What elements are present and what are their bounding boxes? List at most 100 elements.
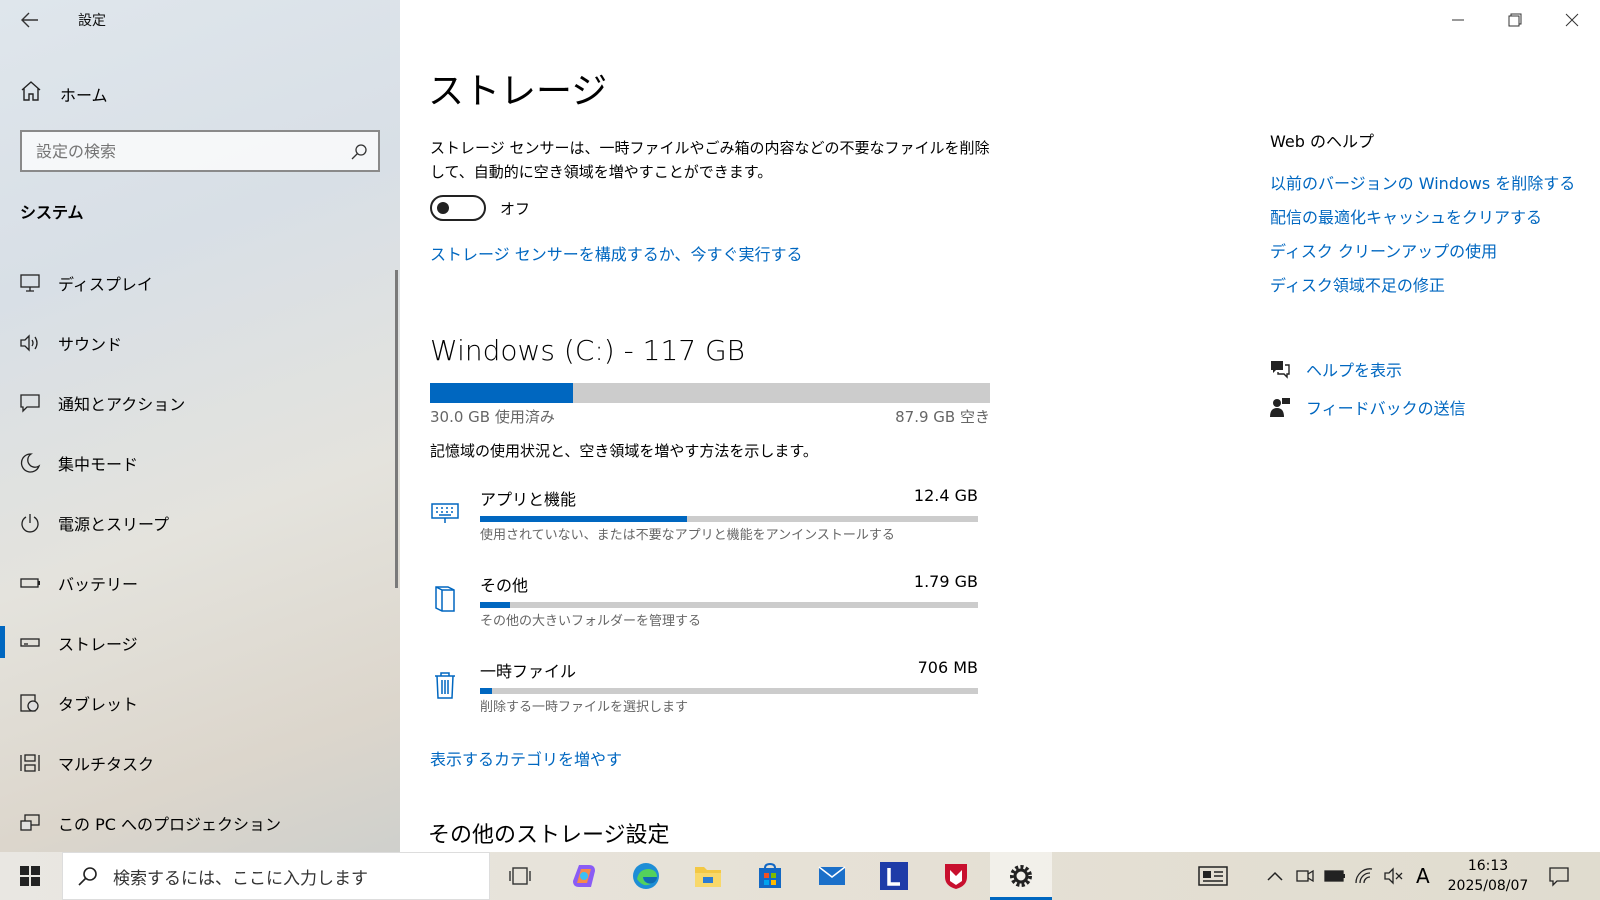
meet-now-tray-button[interactable]: [1296, 852, 1314, 900]
microsoft-store-button[interactable]: [752, 858, 788, 894]
category-usage-fill: [480, 688, 492, 694]
start-button[interactable]: [0, 852, 60, 900]
feedback-link[interactable]: フィードバックの送信: [1268, 388, 1466, 426]
close-button[interactable]: [1543, 0, 1600, 40]
web-help-title: Web のヘルプ: [1270, 132, 1374, 151]
help-link-clear-delivery-cache[interactable]: 配信の最適化キャッシュをクリアする: [1270, 204, 1575, 238]
l-app-button[interactable]: [876, 858, 912, 894]
sidebar-item-label: タブレット: [58, 695, 139, 714]
sidebar-item-focus[interactable]: 集中モード: [0, 432, 400, 492]
copilot-button[interactable]: [566, 858, 602, 894]
battery-tray-button[interactable]: [1324, 852, 1346, 900]
category-usage-fill: [480, 602, 510, 608]
category-other[interactable]: その他 1.79 GB その他の大きいフォルダーを管理する: [430, 572, 990, 644]
sidebar-item-home[interactable]: ホーム: [0, 70, 400, 112]
sidebar-item-sound[interactable]: サウンド: [0, 312, 400, 372]
configure-storage-sense-link[interactable]: ストレージ センサーを構成するか、今すぐ実行する: [430, 241, 802, 265]
sidebar-scrollbar[interactable]: [395, 270, 398, 588]
settings-taskbar-button[interactable]: [1003, 858, 1039, 894]
sidebar-item-display[interactable]: ディスプレイ: [0, 252, 400, 312]
drive-title: Windows (C:) - 117 GB: [430, 334, 745, 367]
copilot-icon: [573, 865, 595, 887]
keyboard-icon: [431, 503, 459, 523]
search-icon: [78, 867, 97, 886]
restore-icon: [1508, 13, 1521, 27]
sidebar-item-notifications[interactable]: 通知とアクション: [0, 372, 400, 432]
sidebar-item-projection[interactable]: この PC へのプロジェクション: [0, 792, 400, 852]
action-center-button[interactable]: [1548, 852, 1570, 900]
category-usage-bar: [480, 602, 978, 608]
storage-sense-toggle[interactable]: [430, 195, 486, 221]
sidebar-item-battery[interactable]: バッテリー: [0, 552, 400, 612]
battery-tray-icon: [1324, 870, 1345, 882]
mcafee-shield-icon: [945, 864, 967, 889]
camera-icon: [1296, 869, 1314, 883]
folder-book-icon: [435, 586, 455, 612]
home-label: ホーム: [60, 86, 108, 105]
sidebar-item-storage[interactable]: ストレージ: [0, 612, 400, 672]
edge-button[interactable]: [628, 858, 664, 894]
folder-icon: [695, 867, 721, 887]
help-chat-icon: [1271, 361, 1290, 379]
power-icon: [21, 514, 39, 533]
clock-date: 2025/08/07: [1447, 878, 1529, 894]
sidebar-item-tablet[interactable]: タブレット: [0, 672, 400, 732]
sidebar-item-label: ストレージ: [58, 635, 138, 654]
other-storage-settings-heading: その他のストレージ設定: [428, 823, 670, 848]
get-help-label: ヘルプを表示: [1306, 361, 1403, 380]
task-view-button[interactable]: [502, 858, 538, 894]
usage-description: 記憶域の使用状況と、空き領域を増やす方法を示します。: [430, 442, 818, 460]
search-icon[interactable]: [350, 143, 368, 161]
restore-button[interactable]: [1486, 0, 1543, 40]
mail-icon: [818, 866, 846, 885]
volume-tray-button[interactable]: [1384, 852, 1404, 900]
taskbar-search-box[interactable]: 検索するには、ここに入力します: [62, 852, 490, 900]
moon-icon: [20, 453, 41, 473]
settings-search-box[interactable]: [20, 130, 380, 172]
multitask-icon: [20, 754, 40, 772]
storage-icon: [20, 638, 40, 647]
more-categories-link[interactable]: 表示するカテゴリを増やす: [430, 746, 622, 770]
minimize-button[interactable]: [1429, 0, 1486, 40]
l-app-icon: [880, 862, 908, 890]
taskbar: 検索するには、ここに入力します A 16:13 2025/08/07: [0, 852, 1600, 900]
category-size: 706 MB: [917, 658, 978, 677]
category-temp-files[interactable]: 一時ファイル 706 MB 削除する一時ファイルを選択します: [430, 658, 990, 730]
page-title: ストレージ: [428, 71, 608, 112]
back-button[interactable]: [0, 0, 60, 40]
news-widget-button[interactable]: [1198, 852, 1228, 900]
help-link-low-disk-space[interactable]: ディスク領域不足の修正: [1270, 272, 1575, 306]
sidebar-item-multitask[interactable]: マルチタスク: [0, 732, 400, 792]
file-explorer-button[interactable]: [690, 858, 726, 894]
ime-indicator[interactable]: A: [1416, 852, 1430, 900]
feedback-person-icon: [1270, 398, 1290, 417]
free-space-label: 87.9 GB 空き: [895, 408, 990, 426]
sidebar-item-power[interactable]: 電源とスリープ: [0, 492, 400, 552]
taskbar-search-placeholder: 検索するには、ここに入力します: [113, 868, 368, 889]
category-apps[interactable]: アプリと機能 12.4 GB 使用されていない、または不要なアプリと機能をアンイ…: [430, 486, 990, 558]
help-link-disk-cleanup[interactable]: ディスク クリーンアップの使用: [1270, 238, 1575, 272]
home-icon: [21, 81, 41, 101]
settings-search-input[interactable]: [22, 141, 332, 161]
show-hidden-icons-button[interactable]: [1266, 852, 1284, 900]
help-link-remove-old-windows[interactable]: 以前のバージョンの Windows を削除する: [1270, 170, 1575, 204]
category-size: 1.79 GB: [913, 572, 978, 591]
sound-icon: [20, 334, 38, 352]
display-icon: [20, 274, 40, 292]
toggle-state-label: オフ: [500, 200, 531, 218]
taskbar-clock[interactable]: 16:13 2025/08/07: [1438, 856, 1538, 896]
mcafee-button[interactable]: [938, 858, 974, 894]
category-usage-bar: [480, 516, 978, 522]
mail-button[interactable]: [814, 858, 850, 894]
category-name: 一時ファイル: [480, 662, 577, 681]
notification-center-icon: [1549, 867, 1569, 887]
web-help-links: 以前のバージョンの Windows を削除する 配信の最適化キャッシュをクリアす…: [1270, 170, 1575, 306]
get-help-link[interactable]: ヘルプを表示: [1268, 350, 1466, 388]
network-tray-button[interactable]: [1354, 852, 1374, 900]
storage-sense-description: ストレージ センサーは、一時ファイルやごみ箱の内容などの不要なファイルを削除して…: [430, 139, 990, 181]
app-title: 設定: [78, 13, 106, 29]
sidebar-item-label: 集中モード: [58, 455, 139, 474]
category-hint: 削除する一時ファイルを選択します: [480, 700, 689, 715]
sidebar-item-label: マルチタスク: [58, 755, 155, 774]
task-view-icon: [509, 867, 531, 885]
